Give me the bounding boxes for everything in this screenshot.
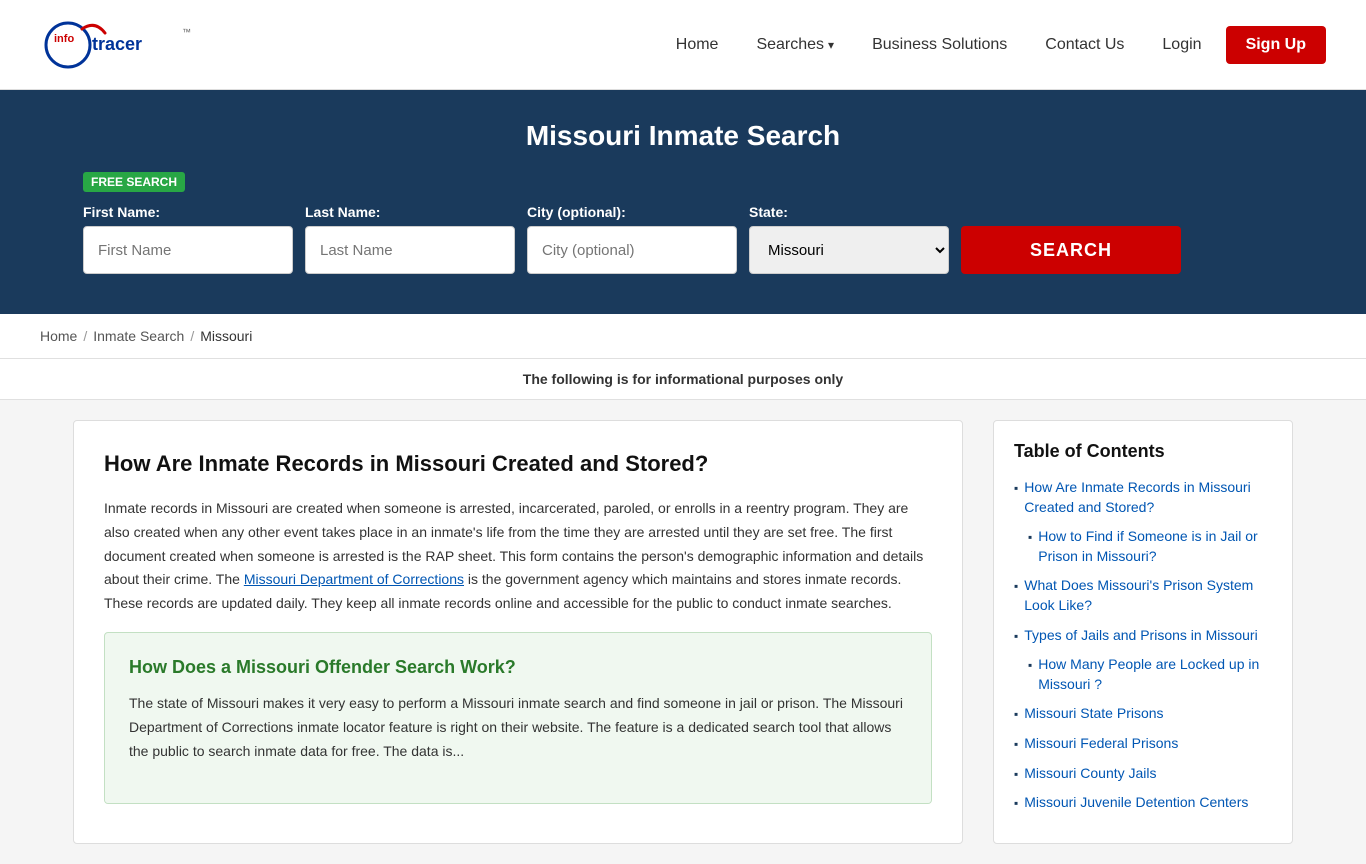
svg-text:tracer: tracer <box>92 34 142 54</box>
last-name-input[interactable] <box>305 226 515 274</box>
breadcrumb-sep-1: / <box>83 328 87 344</box>
city-label: City (optional): <box>527 204 737 220</box>
city-input[interactable] <box>527 226 737 274</box>
svg-text:info: info <box>54 33 74 45</box>
toc-item: ▪ Missouri Juvenile Detention Centers <box>1014 793 1272 813</box>
toc-link[interactable]: Missouri Juvenile Detention Centers <box>1024 793 1248 813</box>
state-select[interactable]: AlabamaAlaskaArizonaArkansasCaliforniaCo… <box>749 226 949 274</box>
toc-link[interactable]: How Are Inmate Records in Missouri Creat… <box>1024 478 1272 517</box>
search-button[interactable]: SEARCH <box>961 226 1181 274</box>
toc-bullet-icon: ▪ <box>1014 767 1018 781</box>
free-search-badge: FREE SEARCH <box>83 172 185 192</box>
article-paragraph-1: Inmate records in Missouri are created w… <box>104 497 932 616</box>
site-header: info tracer ™ Home Searches ▾ Business S… <box>0 0 1366 90</box>
last-name-group: Last Name: <box>305 204 515 274</box>
breadcrumb: Home / Inmate Search / Missouri <box>40 328 1326 344</box>
toc-bullet-icon: ▪ <box>1014 796 1018 810</box>
first-name-group: First Name: <box>83 204 293 274</box>
main-nav: Home Searches ▾ Business Solutions Conta… <box>662 26 1326 64</box>
sidebar: Table of Contents ▪ How Are Inmate Record… <box>993 420 1293 844</box>
toc-link[interactable]: Missouri Federal Prisons <box>1024 734 1178 754</box>
logo-svg: info tracer ™ <box>40 15 240 75</box>
toc-list: ▪ How Are Inmate Records in Missouri Crea… <box>1014 478 1272 813</box>
last-name-label: Last Name: <box>305 204 515 220</box>
dept-of-corrections-link[interactable]: Missouri Department of Corrections <box>244 571 464 587</box>
toc-bullet-icon: ▪ <box>1014 629 1018 643</box>
toc-link[interactable]: Missouri County Jails <box>1024 764 1156 784</box>
first-name-label: First Name: <box>83 204 293 220</box>
toc-item: ▪ Types of Jails and Prisons in Missouri <box>1014 626 1272 646</box>
toc-bullet-icon: ▪ <box>1014 481 1018 495</box>
toc-item: ▪ How to Find if Someone is in Jail or Pr… <box>1028 527 1272 566</box>
toc-item: ▪ Missouri County Jails <box>1014 764 1272 784</box>
toc-link[interactable]: How Many People are Locked up in Missour… <box>1038 655 1272 694</box>
toc-item: ▪ What Does Missouri's Prison System Look… <box>1014 576 1272 615</box>
svg-text:™: ™ <box>182 27 191 37</box>
nav-business-solutions[interactable]: Business Solutions <box>858 28 1021 62</box>
toc-item: ▪ How Many People are Locked up in Missou… <box>1028 655 1272 694</box>
toc-bullet-icon: ▪ <box>1014 707 1018 721</box>
city-group: City (optional): <box>527 204 737 274</box>
toc-bullet-icon: ▪ <box>1014 579 1018 593</box>
searches-chevron-icon: ▾ <box>828 38 834 52</box>
article-heading: How Are Inmate Records in Missouri Creat… <box>104 451 932 477</box>
nav-signup[interactable]: Sign Up <box>1226 26 1326 64</box>
toc-bullet-icon: ▪ <box>1028 530 1032 544</box>
main-content: How Are Inmate Records in Missouri Creat… <box>33 400 1333 864</box>
breadcrumb-inmate-search[interactable]: Inmate Search <box>93 328 184 344</box>
breadcrumb-sep-2: / <box>190 328 194 344</box>
toc-bullet-icon: ▪ <box>1028 658 1032 672</box>
search-banner: Missouri Inmate Search FREE SEARCH First… <box>0 90 1366 314</box>
toc-bullet-icon: ▪ <box>1014 737 1018 751</box>
info-bar: The following is for informational purpo… <box>0 359 1366 400</box>
toc-link[interactable]: What Does Missouri's Prison System Look … <box>1024 576 1272 615</box>
state-label: State: <box>749 204 949 220</box>
nav-home[interactable]: Home <box>662 28 733 62</box>
breadcrumb-home[interactable]: Home <box>40 328 77 344</box>
search-form: FREE SEARCH First Name: Last Name: City … <box>83 172 1283 274</box>
breadcrumb-bar: Home / Inmate Search / Missouri <box>0 314 1366 359</box>
breadcrumb-current: Missouri <box>200 328 252 344</box>
toc-heading: Table of Contents <box>1014 441 1272 462</box>
state-group: State: AlabamaAlaskaArizonaArkansasCalif… <box>749 204 949 274</box>
toc-box: Table of Contents ▪ How Are Inmate Record… <box>993 420 1293 844</box>
toc-item: ▪ How Are Inmate Records in Missouri Crea… <box>1014 478 1272 517</box>
nav-login[interactable]: Login <box>1148 28 1215 62</box>
green-box-paragraph: The state of Missouri makes it very easy… <box>129 692 907 763</box>
nav-contact-us[interactable]: Contact Us <box>1031 28 1138 62</box>
toc-link[interactable]: Types of Jails and Prisons in Missouri <box>1024 626 1257 646</box>
toc-link[interactable]: Missouri State Prisons <box>1024 704 1163 724</box>
nav-searches[interactable]: Searches ▾ <box>742 28 848 62</box>
banner-title: Missouri Inmate Search <box>40 120 1326 152</box>
article: How Are Inmate Records in Missouri Creat… <box>73 420 963 844</box>
green-box: How Does a Missouri Offender Search Work… <box>104 632 932 804</box>
toc-link[interactable]: How to Find if Someone is in Jail or Pri… <box>1038 527 1272 566</box>
green-box-heading: How Does a Missouri Offender Search Work… <box>129 657 907 678</box>
toc-item: ▪ Missouri Federal Prisons <box>1014 734 1272 754</box>
toc-item: ▪ Missouri State Prisons <box>1014 704 1272 724</box>
logo[interactable]: info tracer ™ <box>40 15 240 75</box>
first-name-input[interactable] <box>83 226 293 274</box>
form-fields: First Name: Last Name: City (optional): … <box>83 204 1283 274</box>
